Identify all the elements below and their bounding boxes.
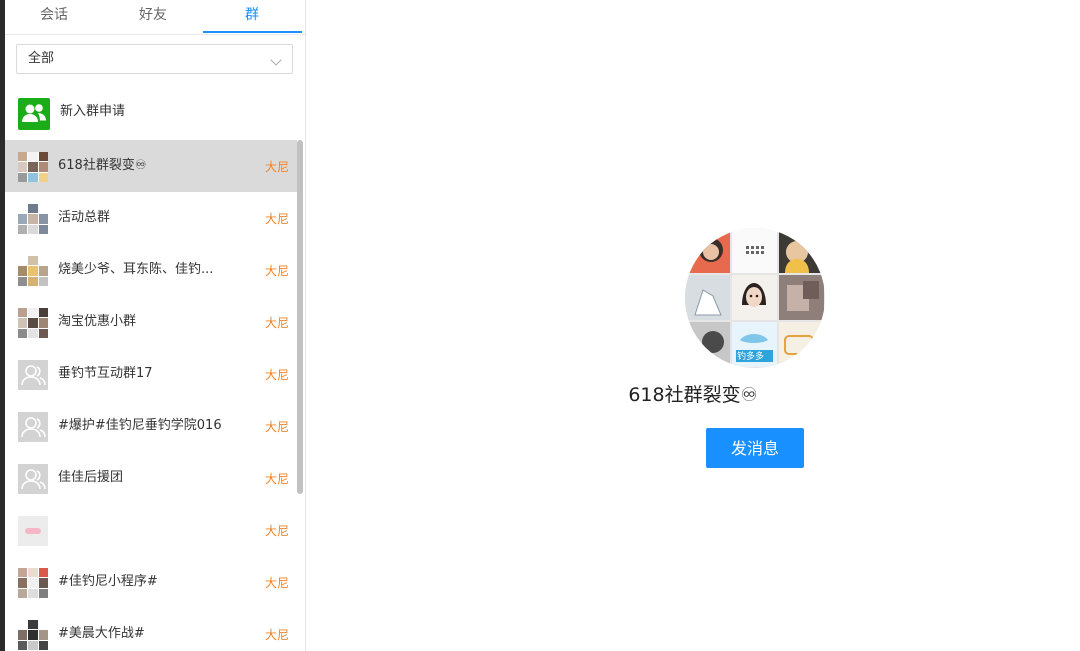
new-group-request-label: 新入群申请 [60,104,126,119]
member-photo [732,228,777,273]
group-avatar [18,256,48,286]
owner-tag: 大尼 [264,160,289,174]
group-name: #美晨大作战# [58,626,145,641]
group-list-item[interactable]: 烧美少爷、耳东陈、佳钓... 大尼 [5,244,297,296]
member-photo [685,228,730,273]
group-name: 烧美少爷、耳东陈、佳钓... [58,262,214,277]
group-detail-pane: 钓多多 618社群裂变♾ 发消息 [306,0,1080,651]
tab-bar: 会话 好友 群 [5,0,305,35]
group-avatar [18,308,48,338]
contacts-panel: 会话 好友 群 全部 新入群申请 618社群裂变♾ 大尼 活动总群 大尼 烧美少… [5,0,306,651]
member-photo [732,275,777,320]
group-avatar [18,204,48,234]
group-name: #爆护#佳钓尼垂钓学院016 [58,418,222,433]
owner-tag: 大尼 [264,212,289,226]
group-name: 活动总群 [58,210,111,225]
member-photo: 钓多多 [732,322,777,367]
owner-tag: 大尼 [264,472,289,486]
group-name: #佳钓尼小程序# [58,574,158,589]
send-message-button[interactable]: 发消息 [706,428,804,468]
group-filter-value: 全部 [28,51,55,66]
group-title: 618社群裂变♾ [628,384,758,406]
group-name: 淘宝优惠小群 [58,314,137,329]
owner-tag: 大尼 [264,628,289,642]
group-name: 垂钓节互动群17 [58,366,153,381]
group-list-item[interactable]: #佳钓尼小程序# 大尼 [5,556,297,608]
tab-conversations[interactable]: 会话 [5,0,103,34]
group-avatar [18,620,48,650]
tab-friends[interactable]: 好友 [104,0,202,34]
list-scrollbar[interactable] [297,140,303,494]
chevron-down-icon [270,54,282,66]
group-avatar [18,516,48,546]
tab-groups[interactable]: 群 [203,0,301,34]
owner-tag: 大尼 [264,368,289,382]
new-request-icon [18,98,50,130]
group-list-item[interactable]: 佳佳后援团 大尼 [5,452,297,504]
member-photo [685,275,730,320]
group-avatar-large: 钓多多 [685,228,825,368]
group-avatar [18,568,48,598]
member-photo [779,322,824,367]
group-name: 佳佳后援团 [58,470,124,485]
group-list-item[interactable]: #美晨大作战# 大尼 [5,608,297,651]
owner-tag: 大尼 [264,316,289,330]
owner-tag: 大尼 [264,524,289,538]
member-photo [685,322,730,367]
member-photo [779,275,824,320]
member-photo [779,228,824,273]
group-list-item[interactable]: 活动总群 大尼 [5,192,297,244]
group-avatar [18,152,48,182]
group-list-item[interactable]: 大尼 [5,504,297,556]
group-list-item[interactable]: 垂钓节互动群17 大尼 [5,348,297,400]
owner-tag: 大尼 [264,420,289,434]
group-list-item[interactable]: #爆护#佳钓尼垂钓学院016 大尼 [5,400,297,452]
group-name: 618社群裂变♾ [58,158,147,173]
default-group-icon [18,412,48,442]
group-filter-select[interactable]: 全部 [16,44,293,74]
default-group-icon [18,464,48,494]
active-tab-indicator [203,31,302,33]
group-list-item[interactable]: 618社群裂变♾ 大尼 [5,140,297,192]
owner-tag: 大尼 [264,264,289,278]
owner-tag: 大尼 [264,576,289,590]
default-group-icon [18,360,48,390]
group-list-item[interactable]: 淘宝优惠小群 大尼 [5,296,297,348]
new-group-request-item[interactable]: 新入群申请 [5,88,305,136]
avatar-caption: 钓多多 [737,351,765,361]
